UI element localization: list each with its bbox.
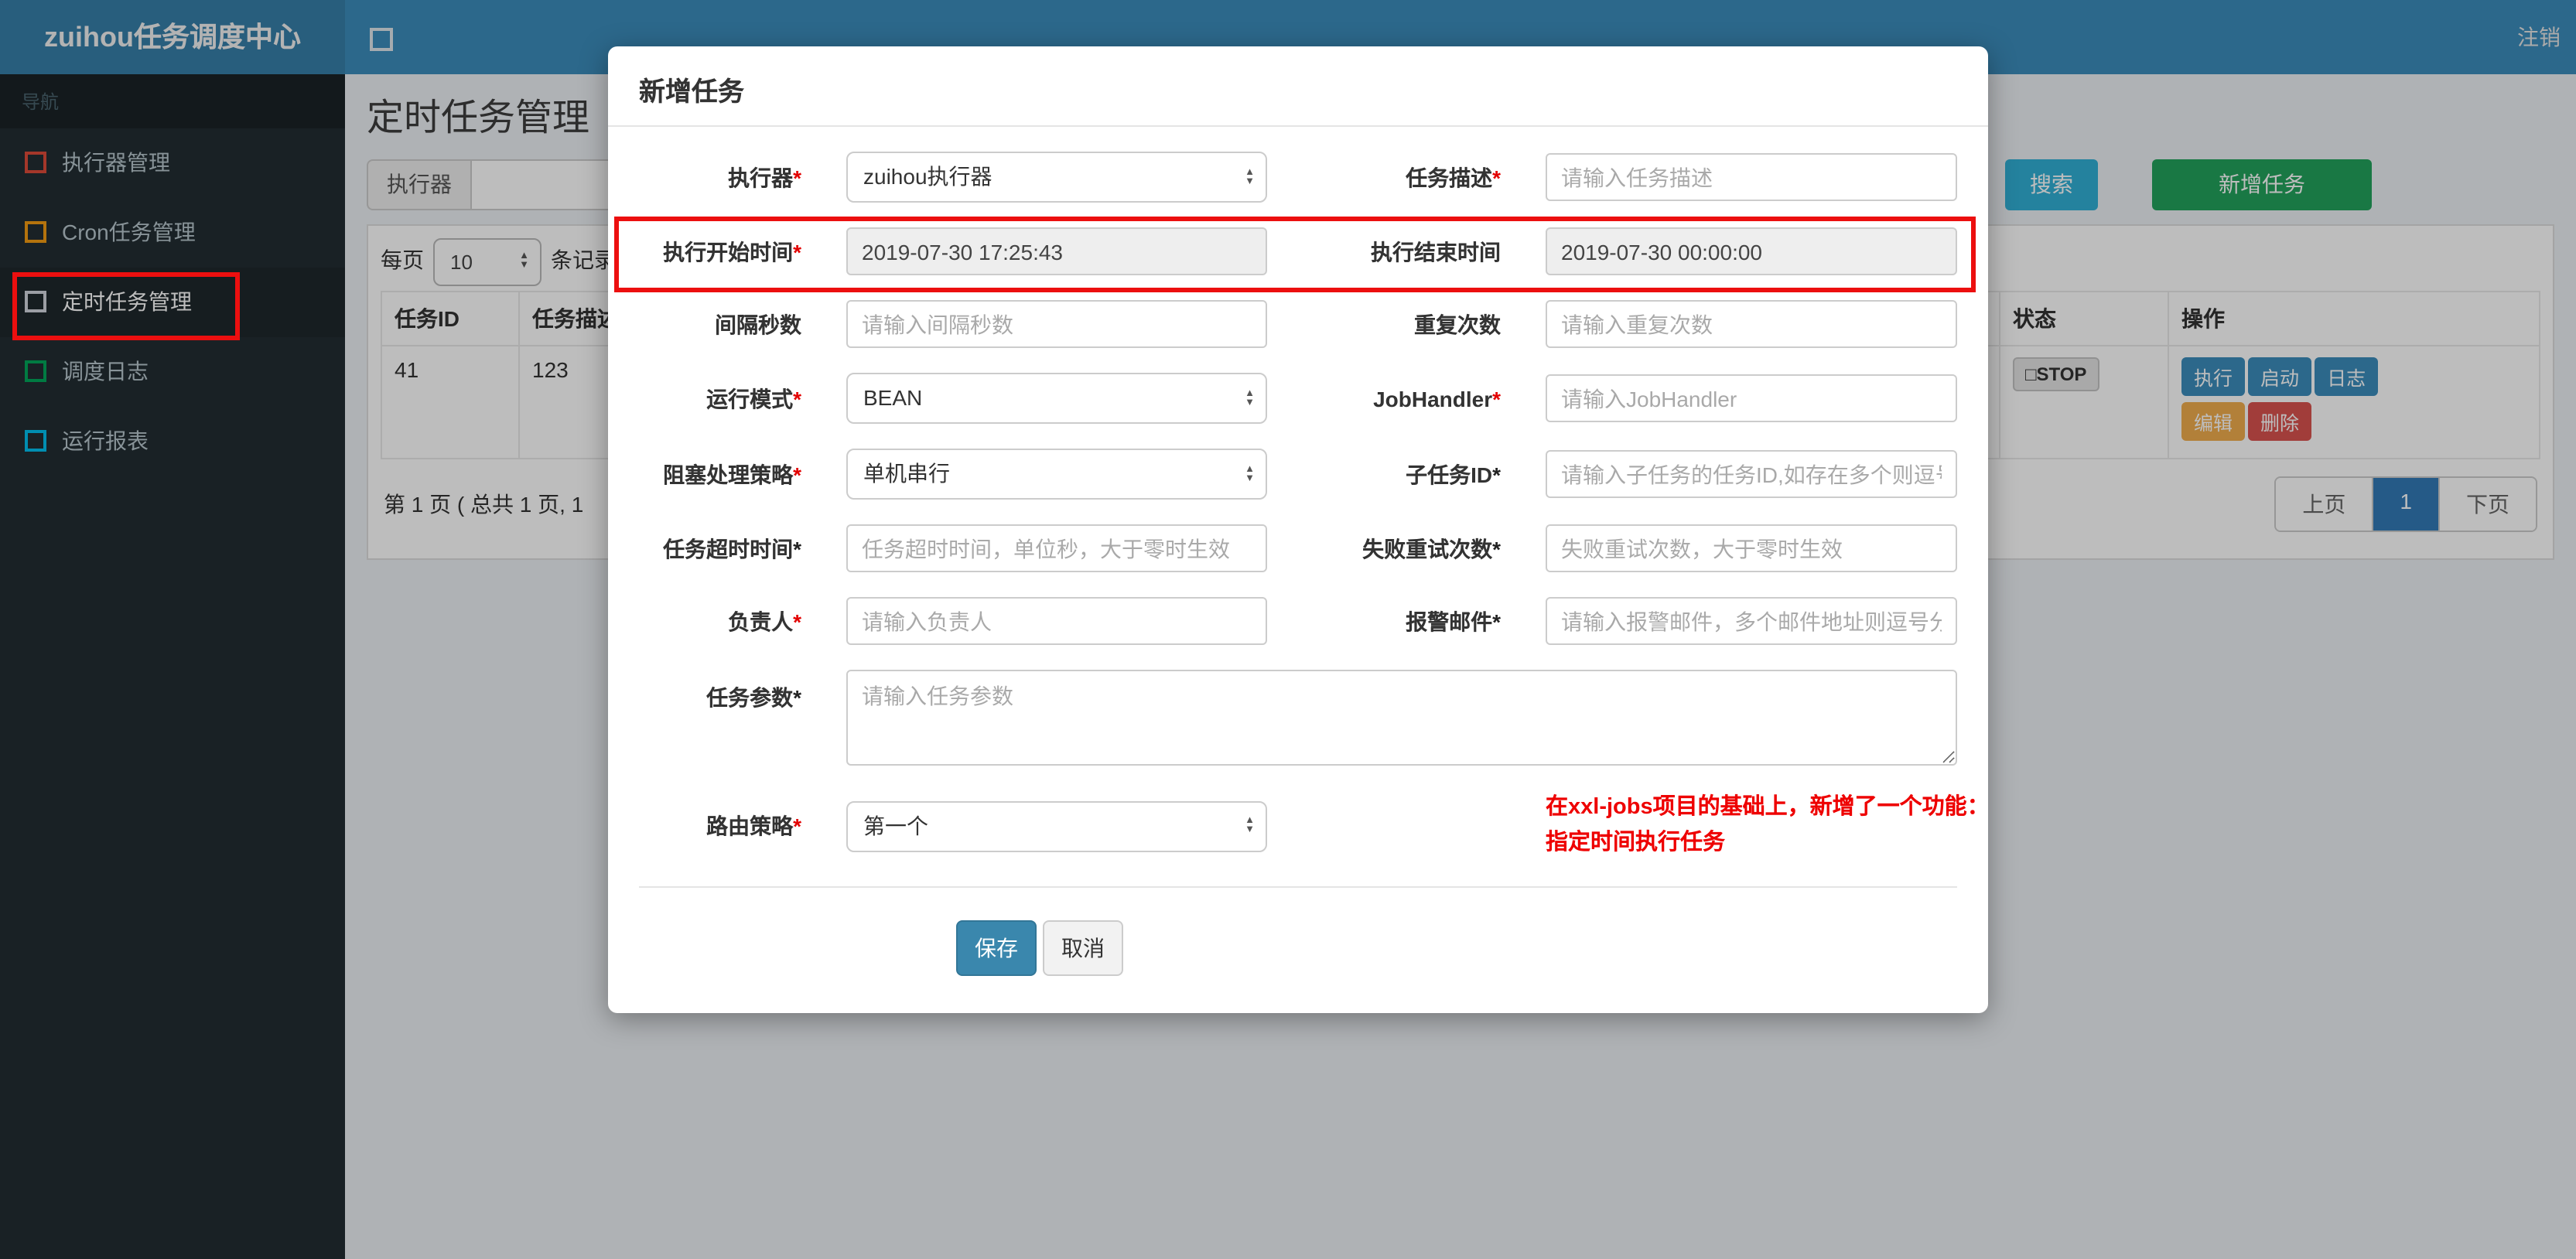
form-row-glue-handler: 运行模式* BEAN JobHandler* — [639, 373, 1957, 424]
repeat-label: 重复次数 — [1414, 312, 1501, 336]
child-jobid-label: 子任务ID* — [1406, 462, 1501, 486]
start-time-label: 执行开始时间* — [663, 239, 801, 264]
job-handler-label: JobHandler* — [1373, 386, 1501, 411]
modal-body: 执行器* zuihou执行器 任务描述* 执行开始时间* 执行结束时间 间隔秒数… — [608, 127, 1990, 976]
job-handler-input[interactable] — [1546, 374, 1957, 422]
route-strategy-select[interactable]: 第一个 — [846, 800, 1267, 851]
form-row-executor-desc: 执行器* zuihou执行器 任务描述* — [639, 152, 1957, 203]
block-strategy-select[interactable]: 单机串行 — [846, 449, 1267, 500]
form-row-interval-repeat: 间隔秒数 重复次数 — [639, 300, 1957, 348]
save-button[interactable]: 保存 — [956, 920, 1037, 976]
form-row-timeout-retry: 任务超时时间* 失败重试次数* — [639, 524, 1957, 572]
executor-label: 执行器* — [728, 165, 801, 189]
modal-footer: 保存 取消 — [639, 886, 1957, 976]
fail-retry-input[interactable] — [1546, 524, 1957, 572]
repeat-input[interactable] — [1546, 300, 1957, 348]
child-jobid-input[interactable] — [1546, 450, 1957, 498]
form-row-block-child: 阻塞处理策略* 单机串行 子任务ID* — [639, 449, 1957, 500]
job-desc-input[interactable] — [1546, 153, 1957, 201]
add-task-modal: 新增任务 执行器* zuihou执行器 任务描述* 执行开始时间* 执行结束时间… — [608, 46, 1990, 1013]
cancel-button[interactable]: 取消 — [1043, 920, 1123, 976]
author-input[interactable] — [846, 597, 1267, 645]
form-row-author-email: 负责人* 报警邮件* — [639, 597, 1957, 645]
modal-header: 新增任务 — [608, 46, 1988, 127]
end-time-input[interactable] — [1546, 227, 1957, 275]
modal-title: 新增任务 — [639, 77, 744, 107]
app-window: zuihou任务调度中心 注销 导航 执行器管理 Cron任务管理 定时任务管理… — [0, 0, 2576, 1259]
route-strategy-label: 路由策略* — [706, 814, 801, 838]
form-row-time-range: 执行开始时间* 执行结束时间 — [639, 227, 1957, 275]
alarm-email-label: 报警邮件* — [1406, 609, 1501, 633]
job-desc-label: 任务描述* — [1406, 165, 1501, 189]
author-label: 负责人* — [728, 609, 801, 633]
select-caret-icon — [1245, 168, 1255, 186]
feature-note-line1: 在xxl-jobs项目的基础上，新增了一个功能： — [1546, 795, 1990, 820]
interval-label: 间隔秒数 — [715, 312, 801, 336]
executor-select[interactable]: zuihou执行器 — [846, 152, 1267, 203]
form-row-route-strategy: 路由策略* 第一个 在xxl-jobs项目的基础上，新增了一个功能： 指定时间执… — [639, 790, 1990, 862]
job-param-textarea[interactable] — [846, 670, 1957, 766]
job-param-label: 任务参数* — [706, 685, 801, 710]
interval-input[interactable] — [846, 300, 1267, 348]
select-caret-icon — [1245, 465, 1255, 483]
timeout-input[interactable] — [846, 524, 1267, 572]
select-caret-icon — [1245, 389, 1255, 408]
fail-retry-label: 失败重试次数* — [1362, 536, 1501, 561]
alarm-email-input[interactable] — [1546, 597, 1957, 645]
timeout-label: 任务超时时间* — [663, 536, 801, 561]
start-time-input[interactable] — [846, 227, 1267, 275]
feature-note-line2: 指定时间执行任务 — [1546, 831, 1725, 855]
end-time-label: 执行结束时间 — [1371, 239, 1501, 264]
block-strategy-label: 阻塞处理策略* — [663, 462, 801, 486]
glue-type-select[interactable]: BEAN — [846, 373, 1267, 424]
feature-note: 在xxl-jobs项目的基础上，新增了一个功能： 指定时间执行任务 — [1546, 790, 1990, 862]
select-caret-icon — [1245, 817, 1255, 835]
form-row-job-param: 任务参数* — [639, 670, 1957, 766]
glue-type-label: 运行模式* — [706, 386, 801, 411]
